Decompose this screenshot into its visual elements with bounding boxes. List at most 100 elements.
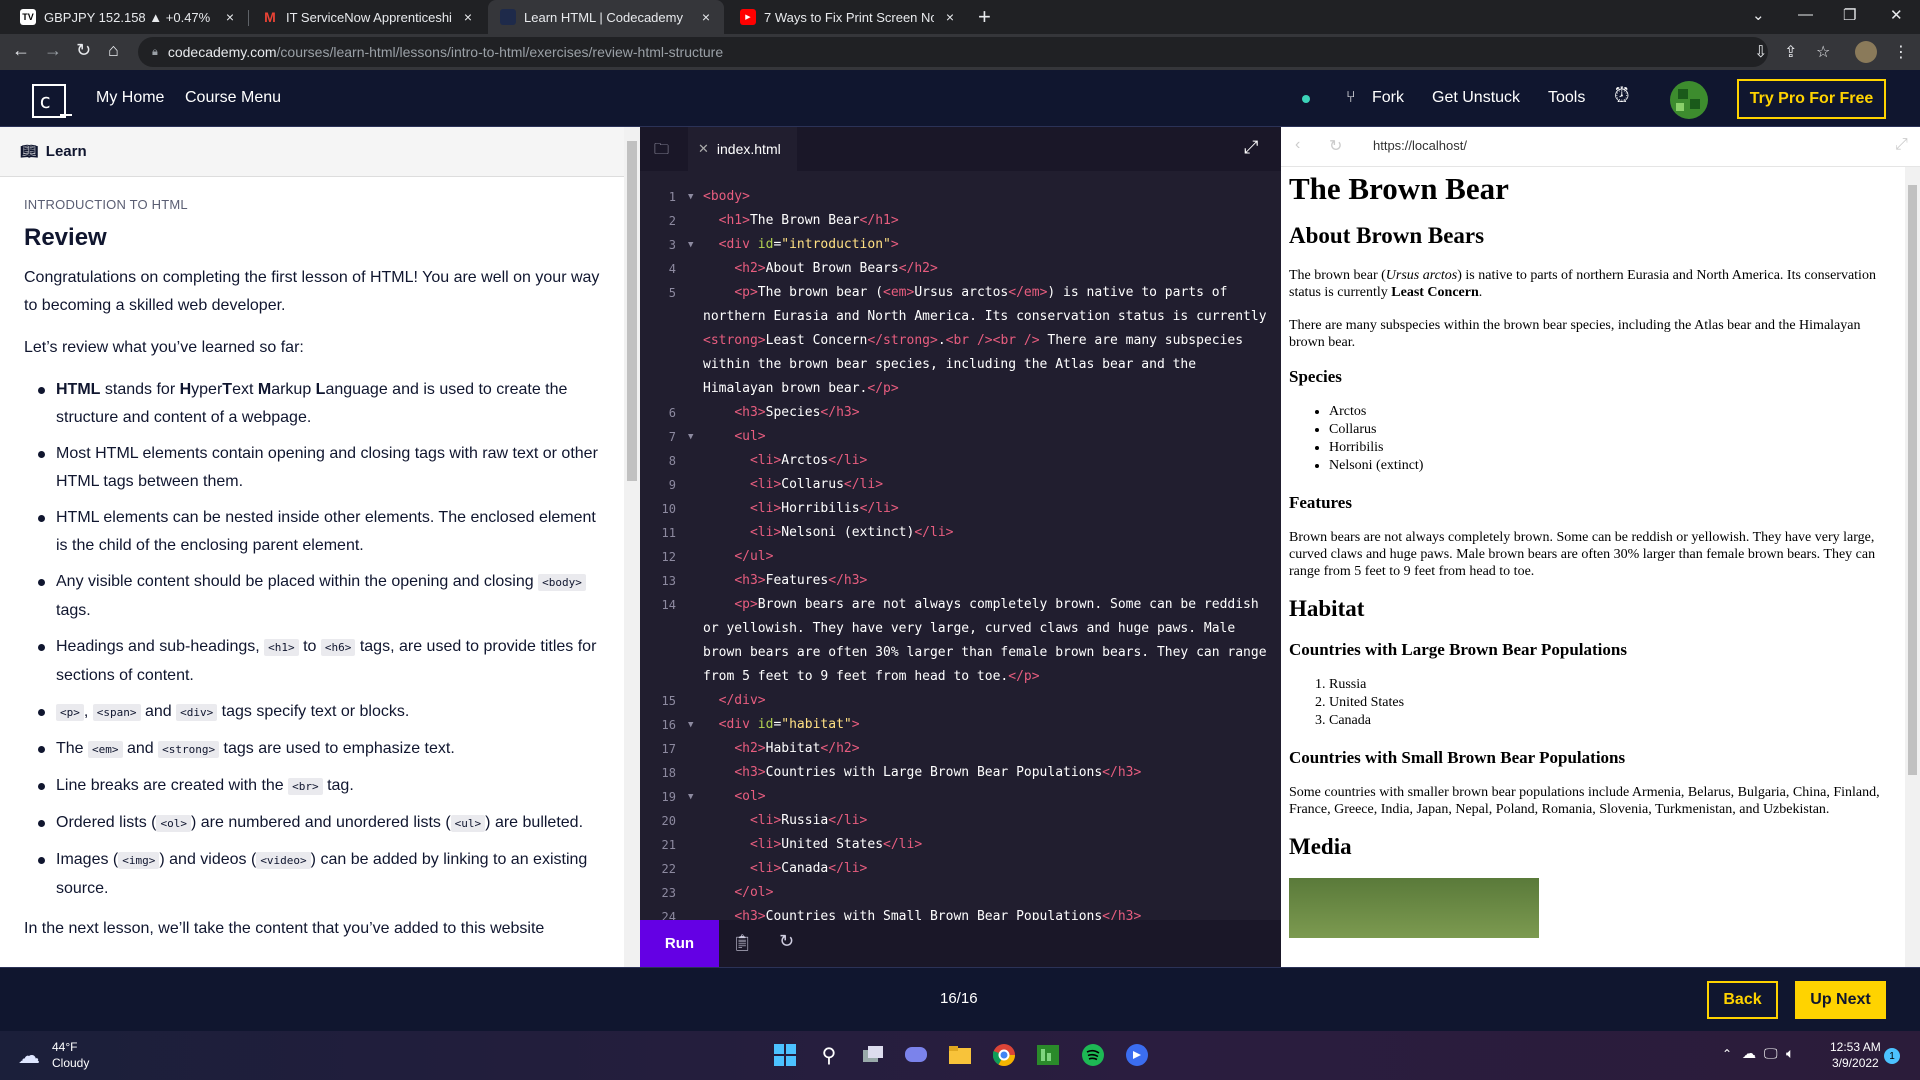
- code-line[interactable]: 2 <h1>The Brown Bear</h1>: [640, 209, 1281, 233]
- back-arrow-icon[interactable]: ←: [12, 40, 30, 61]
- chrome-menu-icon[interactable]: ⋮: [1893, 42, 1909, 62]
- alarm-clock-icon[interactable]: ⏰︎: [1614, 85, 1630, 108]
- close-tab-icon[interactable]: ×: [698, 9, 714, 25]
- codecademy-logo[interactable]: c: [32, 84, 66, 118]
- profile-avatar[interactable]: [1855, 41, 1877, 63]
- preview-reload-icon[interactable]: ↻: [1329, 136, 1342, 156]
- display-icon[interactable]: 🖵︎: [1764, 1045, 1778, 1062]
- get-unstuck-button[interactable]: Get Unstuck: [1432, 89, 1520, 107]
- app-icon[interactable]: [1035, 1042, 1061, 1068]
- code-line[interactable]: northern Eurasia and North America. Its …: [640, 305, 1281, 329]
- weather-cloud-icon[interactable]: ☁: [18, 1043, 40, 1069]
- file-tab-index[interactable]: ✕ index.html: [688, 127, 797, 171]
- code-line[interactable]: <strong>Least Concern</strong>.<br /><br…: [640, 329, 1281, 353]
- code-line[interactable]: 12 </ul>: [640, 545, 1281, 569]
- fold-arrow-icon[interactable]: ▼: [688, 713, 693, 737]
- task-view-icon[interactable]: [860, 1042, 886, 1068]
- fold-arrow-icon[interactable]: ▼: [688, 785, 693, 809]
- code-line[interactable]: 10 <li>Horribilis</li>: [640, 497, 1281, 521]
- show-hidden-icons-icon[interactable]: ⌃: [1722, 1047, 1732, 1061]
- scrollbar-thumb[interactable]: [627, 141, 637, 481]
- close-window-icon[interactable]: ✕: [1890, 6, 1903, 24]
- share-icon[interactable]: ⇪: [1784, 42, 1797, 62]
- browser-tab-youtube[interactable]: ▶ 7 Ways to Fix Print Screen Not W ×: [728, 0, 968, 34]
- copy-to-clipboard-icon[interactable]: 📋︎: [732, 933, 752, 953]
- browser-tab-tradingview[interactable]: TV GBPJPY 152.158 ▲ +0.47% Light ×: [8, 0, 248, 34]
- reset-icon[interactable]: ↻: [779, 931, 794, 952]
- close-tab-icon[interactable]: ×: [222, 9, 238, 25]
- code-line[interactable]: or yellowish. They have very large, curv…: [640, 617, 1281, 641]
- run-button[interactable]: Run: [640, 920, 719, 967]
- code-line[interactable]: within the brown bear species, including…: [640, 353, 1281, 377]
- tools-button[interactable]: Tools: [1548, 89, 1585, 107]
- my-home-link[interactable]: My Home: [96, 89, 164, 107]
- code-line[interactable]: 1 ▼ <body>: [640, 185, 1281, 209]
- browser-tab-codecademy[interactable]: Learn HTML | Codecademy ×: [488, 0, 724, 34]
- discord-icon[interactable]: [1124, 1042, 1150, 1068]
- tab-search-icon[interactable]: ⌄: [1752, 6, 1765, 24]
- chrome-icon[interactable]: [991, 1042, 1017, 1068]
- code-line[interactable]: 17 <h2>Habitat</h2>: [640, 737, 1281, 761]
- try-pro-button[interactable]: Try Pro For Free: [1737, 79, 1886, 119]
- reload-icon[interactable]: ↻: [76, 40, 91, 61]
- search-icon[interactable]: ⚲: [816, 1042, 842, 1068]
- expand-icon[interactable]: ⤢: [1244, 137, 1258, 158]
- fork-button[interactable]: Fork: [1372, 89, 1404, 107]
- preview-scrollbar[interactable]: [1905, 167, 1920, 967]
- code-line[interactable]: 4 <h2>About Brown Bears</h2>: [640, 257, 1281, 281]
- home-icon[interactable]: ⌂: [108, 40, 119, 61]
- teams-chat-icon[interactable]: [903, 1042, 929, 1068]
- code-line[interactable]: 24 <h3>Countries with Small Brown Bear P…: [640, 905, 1281, 920]
- close-tab-icon[interactable]: ×: [942, 9, 958, 25]
- fold-arrow-icon[interactable]: ▼: [688, 185, 693, 209]
- fold-arrow-icon[interactable]: ▼: [688, 233, 693, 257]
- code-line[interactable]: from 5 feet to 9 feet from head to toe.<…: [640, 665, 1281, 689]
- learn-scrollbar[interactable]: [624, 127, 640, 967]
- start-windows-icon[interactable]: [772, 1042, 798, 1068]
- minimize-icon[interactable]: —: [1798, 6, 1813, 23]
- code-line[interactable]: 19 ▼ <ol>: [640, 785, 1281, 809]
- code-line[interactable]: 14 <p>Brown bears are not always complet…: [640, 593, 1281, 617]
- install-app-icon[interactable]: ⇩: [1754, 42, 1767, 62]
- file-explorer-icon[interactable]: [947, 1042, 973, 1068]
- fold-arrow-icon[interactable]: ▼: [688, 425, 693, 449]
- code-line[interactable]: 16 ▼ <div id="habitat">: [640, 713, 1281, 737]
- code-line[interactable]: 3 ▼ <div id="introduction">: [640, 233, 1281, 257]
- fork-icon[interactable]: ⑂: [1346, 89, 1356, 107]
- code-line[interactable]: 7 ▼ <ul>: [640, 425, 1281, 449]
- code-line[interactable]: 9 <li>Collarus</li>: [640, 473, 1281, 497]
- course-menu-link[interactable]: Course Menu: [185, 89, 281, 107]
- code-line[interactable]: 11 <li>Nelsoni (extinct)</li>: [640, 521, 1281, 545]
- new-tab-button[interactable]: +: [978, 4, 991, 30]
- forward-arrow-icon[interactable]: →: [44, 40, 62, 61]
- spotify-icon[interactable]: [1080, 1042, 1106, 1068]
- preview-back-icon[interactable]: ‹: [1295, 136, 1300, 154]
- code-line[interactable]: 18 <h3>Countries with Large Brown Bear P…: [640, 761, 1281, 785]
- code-line[interactable]: 20 <li>Russia</li>: [640, 809, 1281, 833]
- code-line[interactable]: 8 <li>Arctos</li>: [640, 449, 1281, 473]
- folder-icon[interactable]: 🗀︎: [654, 139, 669, 164]
- code-line[interactable]: brown bears are often 30% larger than fe…: [640, 641, 1281, 665]
- close-tab-icon[interactable]: ×: [460, 9, 476, 25]
- scrollbar-thumb[interactable]: [1908, 185, 1917, 775]
- onedrive-icon[interactable]: ☁: [1742, 1045, 1756, 1062]
- volume-icon[interactable]: 🔈︎: [1786, 1045, 1794, 1062]
- code-line[interactable]: Himalayan brown bear.</p>: [640, 377, 1281, 401]
- code-line[interactable]: 22 <li>Canada</li>: [640, 857, 1281, 881]
- restore-icon[interactable]: ❐: [1843, 6, 1856, 24]
- preview-expand-icon[interactable]: ⤢: [1895, 136, 1908, 154]
- code-line[interactable]: 23 </ol>: [640, 881, 1281, 905]
- address-bar[interactable]: 🔒︎ codecademy.com/courses/learn-html/les…: [138, 37, 1768, 67]
- code-line[interactable]: 5 <p>The brown bear (<em>Ursus arctos</e…: [640, 281, 1281, 305]
- code-line[interactable]: 21 <li>United States</li>: [640, 833, 1281, 857]
- code-line[interactable]: 13 <h3>Features</h3>: [640, 569, 1281, 593]
- user-avatar[interactable]: [1670, 81, 1708, 119]
- code-area[interactable]: 1 ▼ <body> 2 <h1>The Brown Bear</h1> 3 ▼ <div…: [640, 185, 1281, 920]
- browser-tab-gmail[interactable]: M IT ServiceNow Apprenticeship Ne ×: [250, 0, 486, 34]
- back-button[interactable]: Back: [1707, 981, 1778, 1019]
- code-line[interactable]: 15 </div>: [640, 689, 1281, 713]
- notification-badge[interactable]: 1: [1884, 1048, 1900, 1064]
- code-line[interactable]: 6 <h3>Species</h3>: [640, 401, 1281, 425]
- bookmark-star-icon[interactable]: ☆: [1816, 42, 1830, 62]
- close-file-icon[interactable]: ✕: [698, 141, 709, 157]
